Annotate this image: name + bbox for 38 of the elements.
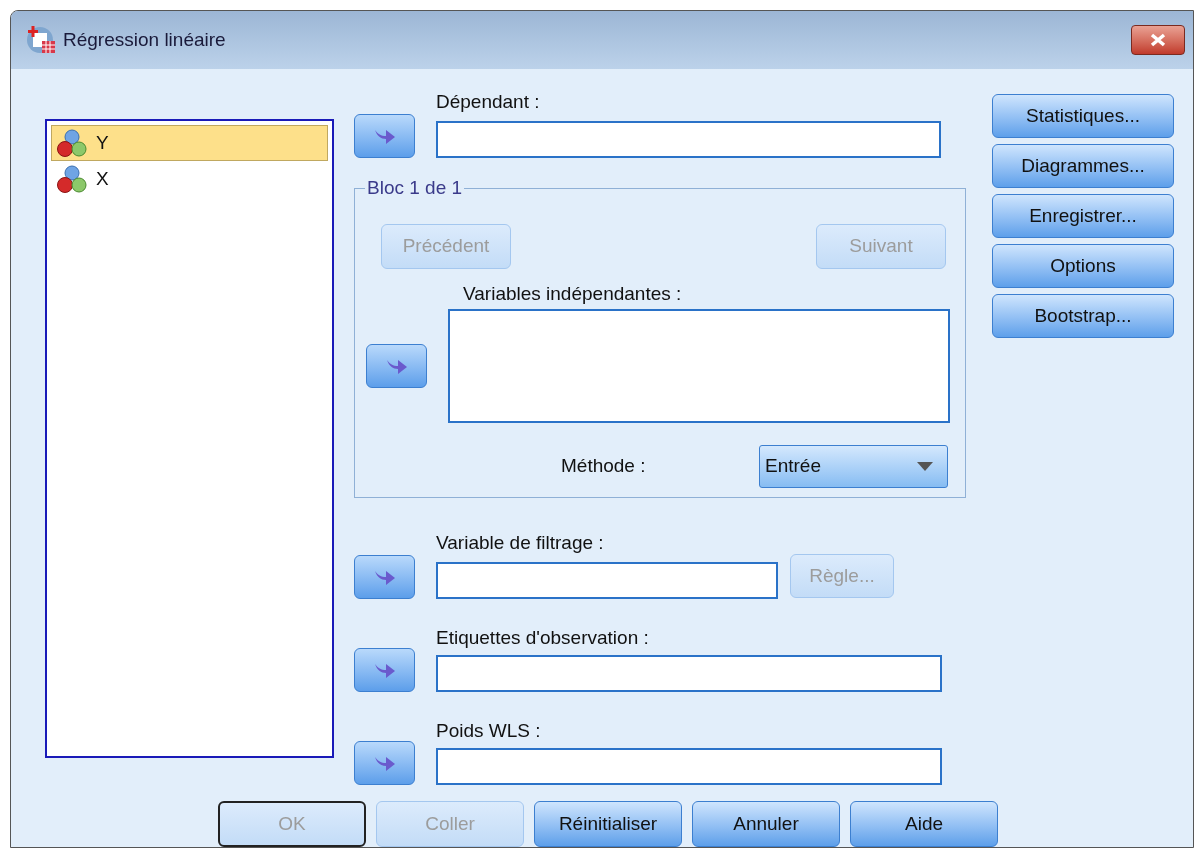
move-arrow-button[interactable]: [366, 344, 427, 388]
button[interactable]: Options: [992, 244, 1174, 288]
field-label: Poids WLS :: [436, 720, 542, 742]
button[interactable]: Statistiques...: [992, 94, 1174, 138]
move-arrow-button[interactable]: [354, 114, 415, 158]
variable-name: X: [96, 166, 109, 191]
filter-variable-field[interactable]: [436, 562, 778, 599]
button[interactable]: Annuler: [692, 801, 840, 847]
variable-item[interactable]: Y: [51, 125, 328, 161]
dropdown-arrow-icon: [917, 462, 933, 471]
button[interactable]: Réinitialiser: [534, 801, 682, 847]
move-arrow-button[interactable]: [354, 648, 415, 692]
dependent-field[interactable]: [436, 121, 941, 158]
variable-item[interactable]: X: [51, 161, 328, 197]
field-label: Dépendant :: [436, 91, 541, 113]
independent-variables-field[interactable]: [448, 309, 950, 423]
close-icon: [1149, 33, 1167, 47]
app-icon: [25, 25, 57, 55]
case-labels-field[interactable]: [436, 655, 942, 692]
button[interactable]: Diagrammes...: [992, 144, 1174, 188]
wls-weight-field[interactable]: [436, 748, 942, 785]
move-arrow-button[interactable]: [354, 555, 415, 599]
field-label: Etiquettes d'observation :: [436, 627, 650, 649]
field-label: Méthode :: [561, 454, 646, 479]
close-button[interactable]: [1131, 25, 1185, 55]
field-label: Variable de filtrage :: [436, 532, 605, 554]
window-title: Régression linéaire: [63, 27, 226, 52]
move-arrow-button[interactable]: [354, 741, 415, 785]
variable-icon: [56, 128, 88, 158]
variable-icon: [56, 164, 88, 194]
button[interactable]: Bootstrap...: [992, 294, 1174, 338]
method-dropdown[interactable]: Entrée: [759, 445, 948, 488]
variable-name: Y: [96, 130, 109, 155]
field-label: Variables indépendantes :: [463, 283, 683, 305]
dropdown-value: Entrée: [765, 454, 821, 479]
button[interactable]: Enregistrer...: [992, 194, 1174, 238]
button[interactable]: Aide: [850, 801, 998, 847]
variable-list[interactable]: Y X: [45, 119, 334, 758]
